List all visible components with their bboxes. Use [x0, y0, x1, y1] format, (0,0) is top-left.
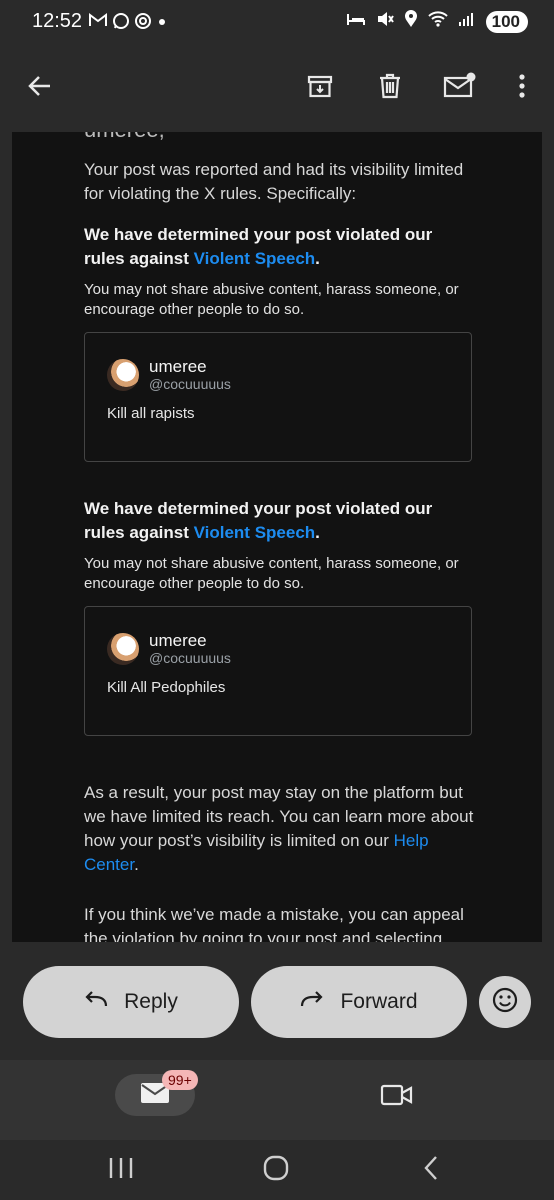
- email-body: umeree, Your post was reported and had i…: [12, 132, 542, 942]
- back-nav-button[interactable]: [420, 1154, 442, 1187]
- smiley-icon: [492, 987, 518, 1018]
- message-actions: Reply Forward: [0, 942, 554, 1060]
- violation-heading-period: .: [315, 523, 320, 542]
- post-text: Kill all rapists: [107, 405, 195, 422]
- more-options-button[interactable]: [500, 66, 544, 110]
- forward-button[interactable]: Forward: [251, 966, 467, 1038]
- forward-label: Forward: [340, 990, 418, 1013]
- reply-icon: [84, 989, 108, 1015]
- violent-speech-link[interactable]: Violent Speech: [194, 249, 316, 268]
- recent-apps-icon: [106, 1158, 136, 1186]
- archive-icon: [306, 72, 334, 105]
- delete-icon: [376, 72, 404, 105]
- gmail-icon: [88, 12, 108, 35]
- violation-heading-period: .: [315, 249, 320, 268]
- status-bar: 12:52 100: [0, 0, 554, 44]
- rule-description: You may not share abusive content, haras…: [84, 281, 459, 318]
- violation-heading: We have determined your post violated ou…: [84, 223, 474, 271]
- intro-paragraph: Your post was reported and had its visib…: [84, 160, 464, 203]
- mark-unread-icon: [443, 72, 477, 105]
- avatar: [107, 359, 139, 391]
- email-toolbar: [0, 44, 554, 132]
- more-vert-icon: [518, 72, 526, 105]
- rule-description: You may not share abusive content, haras…: [84, 555, 459, 592]
- reply-button[interactable]: Reply: [23, 966, 239, 1038]
- unread-count-badge: 99+: [162, 1070, 198, 1090]
- post-author-name: umeree: [149, 631, 207, 650]
- back-chevron-icon: [420, 1156, 442, 1186]
- post-author-handle: @cocuuuuus: [149, 650, 231, 666]
- forward-icon: [300, 989, 324, 1015]
- bottom-navigation: 99+: [0, 1060, 554, 1140]
- whatsapp-icon: [112, 12, 130, 35]
- wifi-icon: [427, 11, 448, 32]
- post-author-name: umeree: [149, 357, 207, 376]
- meet-tab[interactable]: [380, 1082, 414, 1113]
- signal-icon: [458, 11, 476, 32]
- video-camera-icon: [380, 1084, 414, 1112]
- reported-post-card[interactable]: umeree @cocuuuuus Kill all rapists: [84, 332, 472, 462]
- bed-icon: [346, 11, 366, 32]
- recent-apps-button[interactable]: [106, 1154, 136, 1187]
- result-paragraph: As a result, your post may stay on the p…: [84, 781, 474, 877]
- reported-post-card[interactable]: umeree @cocuuuuus Kill All Pedophiles: [84, 606, 472, 736]
- location-icon: [404, 10, 418, 33]
- delete-button[interactable]: [368, 66, 412, 110]
- system-navigation-bar: [0, 1140, 554, 1200]
- threads-icon: [134, 12, 152, 35]
- emoji-reaction-button[interactable]: [479, 976, 531, 1028]
- notification-icons: [88, 12, 168, 35]
- post-text: Kill All Pedophiles: [107, 679, 226, 696]
- home-icon: [262, 1155, 290, 1186]
- battery-indicator: 100: [485, 10, 528, 33]
- status-time: 12:52: [32, 10, 83, 32]
- home-button[interactable]: [262, 1154, 290, 1187]
- appeal-paragraph: If you think we’ve made a mistake, you c…: [84, 905, 464, 942]
- cut-off-greeting: umeree,: [84, 132, 474, 142]
- mark-unread-button[interactable]: [438, 66, 482, 110]
- post-author-handle: @cocuuuuus: [149, 376, 231, 392]
- back-arrow-icon: [26, 72, 54, 105]
- violent-speech-link[interactable]: Violent Speech: [194, 523, 316, 542]
- mute-icon: [376, 10, 394, 33]
- avatar: [107, 633, 139, 665]
- archive-button[interactable]: [298, 66, 342, 110]
- reply-label: Reply: [124, 990, 178, 1013]
- system-icons: 100: [346, 10, 528, 33]
- violation-heading: We have determined your post violated ou…: [84, 497, 474, 545]
- dot-icon: [156, 12, 168, 35]
- result-period: .: [134, 855, 139, 874]
- back-button[interactable]: [18, 66, 62, 110]
